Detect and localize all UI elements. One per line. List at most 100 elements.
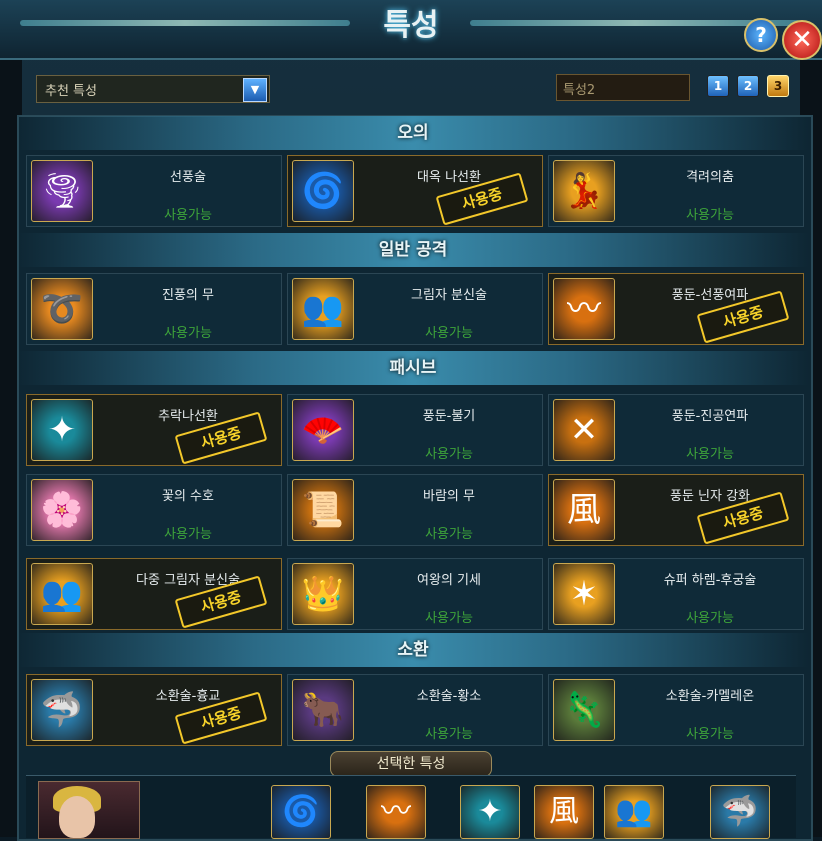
swirl-icon: ➰ [31,278,93,340]
icon-glyph: 🌀 [301,171,345,211]
trait-card[interactable]: 🐂 소환술-황소사용가능 [287,674,543,746]
section-header: 소환 [17,633,809,667]
shark-icon[interactable]: 🦈 [710,785,770,839]
icon-glyph: 風 [549,794,579,829]
trait-preset-dropdown[interactable]: 추천 특성 ▼ [36,75,270,103]
trait-card[interactable]: 🪭 풍둔-불기사용가능 [287,394,543,466]
icon-glyph: 🌸 [40,490,84,530]
multi-clone-icon: 👥 [31,563,93,625]
icon-glyph: ✦ [47,410,77,450]
trait-status: 사용가능 [164,527,212,542]
dropdown-value: 추천 특성 [45,84,97,99]
dancer-icon: 💃 [553,160,615,222]
section-header: 오의 [17,116,809,150]
vacuum-wave-icon: ✕ [553,399,615,461]
trait-name: 풍둔-진공연파 [671,409,749,424]
trait-card[interactable]: 🌪 선풍술사용가능 [26,155,282,227]
spiral-orb-icon[interactable]: 🌀 [271,785,331,839]
section-header: 일반 공격 [17,233,809,267]
trait-status: 사용가능 [686,727,734,742]
trait-name: 진풍의 무 [162,288,214,303]
trait-name: 슈퍼 하렘-후궁술 [663,573,757,588]
trait-card[interactable]: 📜 바람의 무사용가능 [287,474,543,546]
trait-name: 풍둔-불기 [422,409,476,424]
falling-spiral-icon[interactable]: ✦ [460,785,520,839]
window-title: 특성 [383,8,439,43]
icon-glyph: 👥 [40,574,84,614]
trait-card[interactable]: 🌀 대옥 나선환 사용중 [287,155,543,227]
trait-status: 사용가능 [425,527,473,542]
trait-card[interactable]: ✶ 슈퍼 하렘-후궁술 사용가능 [548,558,804,630]
trait-card[interactable]: 👥 다중 그림자 분신술 사용중 [26,558,282,630]
icon-glyph: 〰 [381,794,411,829]
icon-glyph: 💃 [562,171,606,211]
trait-status: 사용가능 [686,208,734,223]
preset-1-button[interactable]: 1 [707,75,729,97]
tornado-icon: 🌪 [31,160,93,222]
icon-glyph: ➰ [40,289,84,329]
trait-name: 격려의춤 [686,170,734,185]
icon-glyph: 🦈 [40,690,84,730]
section-header: 패시브 [17,351,809,385]
trait-name: 소환술-카멜레온 [665,689,755,704]
icon-glyph: 風 [567,490,601,530]
ox-icon: 🐂 [292,679,354,741]
trait-card[interactable]: 👑 여왕의 기세사용가능 [287,558,543,630]
queen-icon: 👑 [292,563,354,625]
trait-name: 꽃의 수호 [162,489,214,504]
trait-status: 사용가능 [425,447,473,462]
trait-status: 사용가능 [425,611,473,626]
preset-name-field[interactable]: 특성2 [556,74,690,101]
icon-glyph: 🌀 [282,794,320,829]
selected-traits-label: 선택한 특성 [330,751,492,777]
trait-card[interactable]: ✦ 추락나선환 사용중 [26,394,282,466]
trait-name: 소환술-황소 [416,689,482,704]
icon-glyph: 🐂 [301,690,345,730]
icon-glyph: 〰 [567,289,601,329]
trait-status: 사용가능 [164,208,212,223]
portrait-face [59,796,95,838]
trait-name: 그림자 분신술 [411,288,487,303]
trait-card[interactable]: 💃 격려의춤사용가능 [548,155,804,227]
character-portrait [38,781,140,839]
icon-glyph: ✕ [569,410,599,450]
icon-glyph: 👑 [301,574,345,614]
trait-card[interactable]: ✕ 풍둔-진공연파사용가능 [548,394,804,466]
trait-card[interactable]: 👥 그림자 분신술 사용가능 [287,273,543,345]
trait-name: 여왕의 기세 [417,573,481,588]
chameleon-icon: 🦎 [553,679,615,741]
preset-2-button[interactable]: 2 [737,75,759,97]
icon-glyph: ✦ [477,794,503,829]
scroll-icon: 📜 [292,479,354,541]
trait-card[interactable]: 🦈 소환술-흉교 사용중 [26,674,282,746]
harem-icon: ✶ [553,563,615,625]
trait-card[interactable]: 🌸 꽃의 수호사용가능 [26,474,282,546]
trait-card[interactable]: ➰ 진풍의 무 사용가능 [26,273,282,345]
help-button[interactable]: ? [744,18,778,52]
preset-name-value: 특성2 [563,83,596,98]
icon-glyph: ✶ [569,574,599,614]
trait-status: 사용가능 [425,727,473,742]
chevron-down-icon[interactable]: ▼ [243,78,267,102]
trait-name: 바람의 무 [423,489,475,504]
flower-girl-icon: 🌸 [31,479,93,541]
wind-slash-icon[interactable]: 〰 [366,785,426,839]
icon-glyph: 🪭 [301,410,345,450]
trait-card[interactable]: 風 풍둔 닌자 강화 사용중 [548,474,804,546]
icon-glyph: 🦈 [721,794,759,829]
title-ornament-left [20,20,350,26]
trait-status: 사용가능 [686,447,734,462]
wind-kanji-icon[interactable]: 風 [534,785,594,839]
trait-name: 선풍술 [170,170,206,185]
trait-status: 사용가능 [425,326,473,341]
preset-3-button[interactable]: 3 [767,75,789,97]
wind-slash-icon: 〰 [553,278,615,340]
close-button[interactable]: ✕ [782,20,822,60]
spiral-orb-icon: 🌀 [292,160,354,222]
icon-glyph: 📜 [301,490,345,530]
trait-card[interactable]: 〰 풍둔-선풍여파 사용중 [548,273,804,345]
icon-glyph: 🌪 [40,171,84,211]
multi-clone-icon[interactable]: 👥 [604,785,664,839]
icon-glyph: 👥 [615,794,653,829]
trait-card[interactable]: 🦎 소환술-카멜레온사용가능 [548,674,804,746]
